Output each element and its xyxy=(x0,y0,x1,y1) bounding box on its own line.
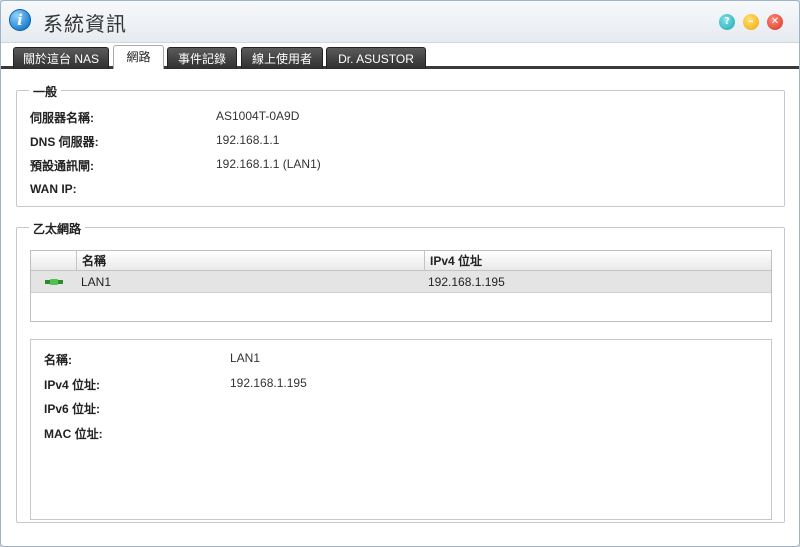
default-gateway-label: 預設通訊閘: xyxy=(30,159,94,173)
tab-event-log[interactable]: 事件記錄 xyxy=(167,47,237,69)
minimize-button[interactable]: – xyxy=(743,14,759,30)
ethernet-legend: 乙太網路 xyxy=(29,220,86,237)
detail-name-label: 名稱: xyxy=(44,353,72,367)
header-icon-column xyxy=(31,251,77,271)
header-name[interactable]: 名稱 xyxy=(77,251,425,271)
dns-server-value: 192.168.1.1 xyxy=(216,133,280,147)
server-name-value: AS1004T-0A9D xyxy=(216,109,300,123)
default-gateway-value: 192.168.1.1 (LAN1) xyxy=(216,157,321,171)
ethernet-table: 名稱 IPv4 位址 LAN1 192.168.1.195 xyxy=(30,250,772,322)
window-title: 系統資訊 xyxy=(43,12,127,36)
wan-ip-label: WAN IP: xyxy=(30,182,77,196)
tab-online-users[interactable]: 線上使用者 xyxy=(241,47,323,69)
close-button[interactable]: ✕ xyxy=(767,14,783,30)
interface-detail-panel: 名稱: LAN1 IPv4 位址: 192.168.1.195 IPv6 位址:… xyxy=(30,339,772,520)
row-ipv4: 192.168.1.195 xyxy=(428,275,505,289)
title-bar: i 系統資訊 ? – ✕ xyxy=(1,1,799,43)
row-name: LAN1 xyxy=(81,275,112,289)
network-link-icon xyxy=(45,279,63,285)
tab-network[interactable]: 網路 xyxy=(113,45,164,69)
tab-dr-asustor[interactable]: Dr. ASUSTOR xyxy=(326,47,426,69)
detail-ipv6-label: IPv6 位址: xyxy=(44,402,101,416)
tab-bar: 關於這台 NAS 網路 事件記錄 線上使用者 Dr. ASUSTOR xyxy=(1,43,799,69)
general-legend: 一般 xyxy=(29,83,62,100)
detail-ipv4-label: IPv4 位址: xyxy=(44,378,101,392)
table-header: 名稱 IPv4 位址 xyxy=(31,251,771,271)
general-section: 一般 伺服器名稱: AS1004T-0A9D DNS 伺服器: 192.168.… xyxy=(16,83,785,207)
detail-ipv4-value: 192.168.1.195 xyxy=(230,376,307,390)
help-button[interactable]: ? xyxy=(719,14,735,30)
system-info-window: i 系統資訊 ? – ✕ 關於這台 NAS 網路 事件記錄 線上使用者 Dr. … xyxy=(0,0,800,547)
ethernet-section: 乙太網路 名稱 IPv4 位址 LAN1 192.168.1.195 名稱: L… xyxy=(16,220,785,523)
table-row[interactable]: LAN1 192.168.1.195 xyxy=(31,271,771,293)
info-icon: i xyxy=(9,9,31,31)
header-ipv4[interactable]: IPv4 位址 xyxy=(425,251,771,271)
server-name-label: 伺服器名稱: xyxy=(30,111,94,125)
tab-about-nas[interactable]: 關於這台 NAS xyxy=(13,47,109,69)
detail-mac-label: MAC 位址: xyxy=(44,427,103,441)
detail-name-value: LAN1 xyxy=(230,351,261,365)
dns-server-label: DNS 伺服器: xyxy=(30,135,99,149)
